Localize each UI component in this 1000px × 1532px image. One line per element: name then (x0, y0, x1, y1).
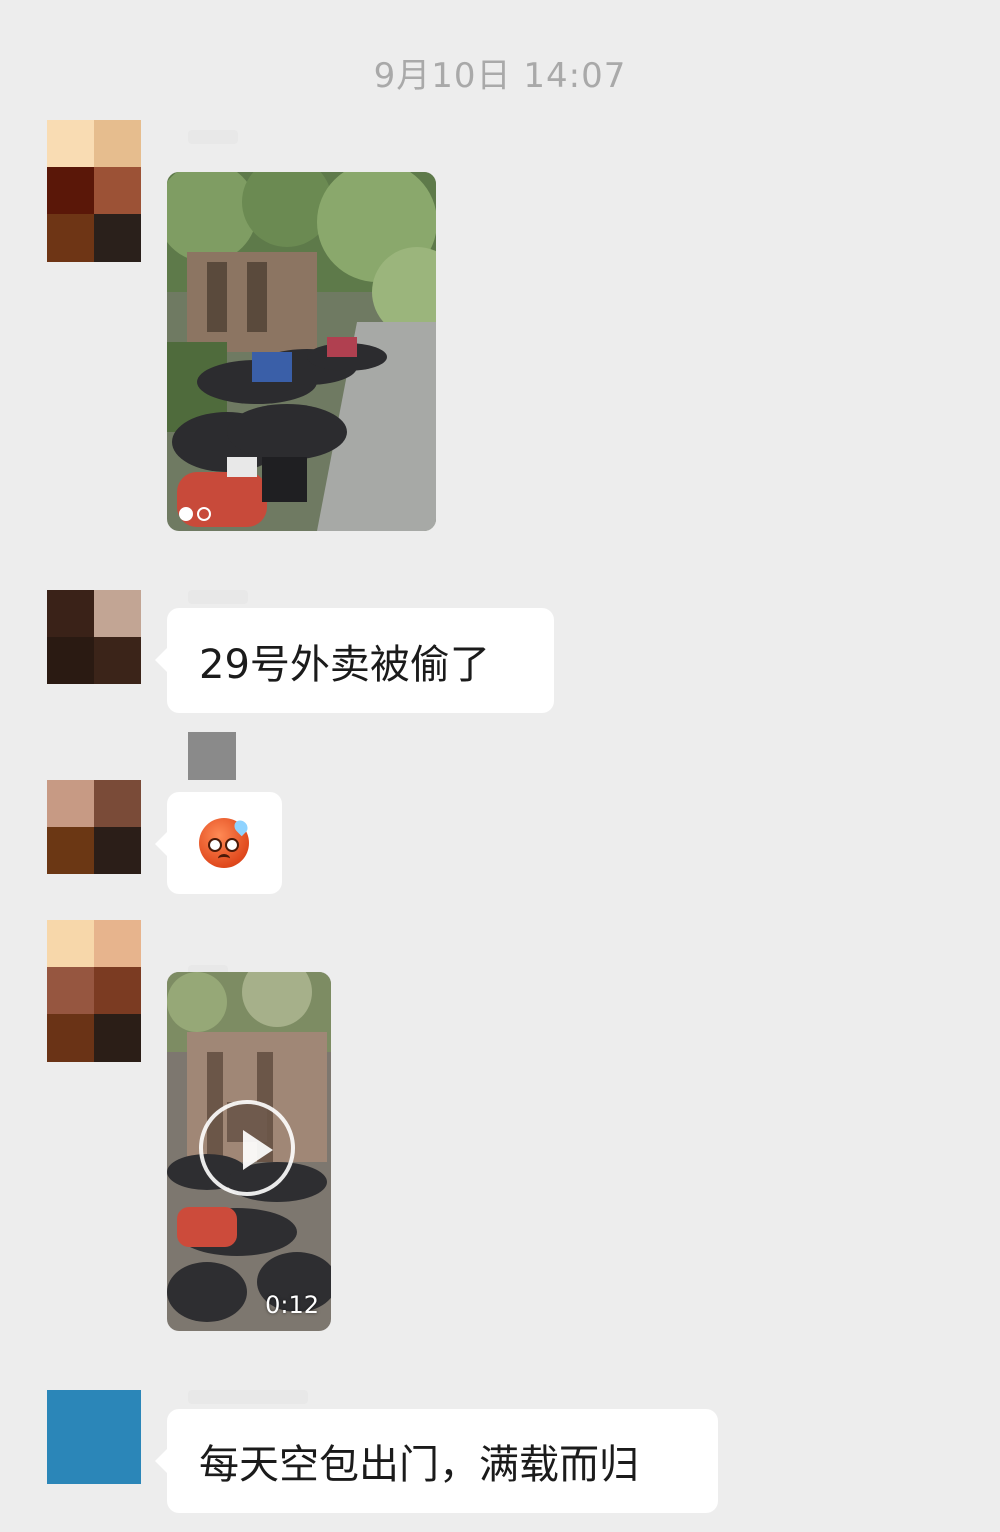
message-timestamp: 9月10日 14:07 (373, 56, 627, 96)
avatar[interactable] (47, 920, 141, 1062)
video-message[interactable]: 0:12 (167, 972, 331, 1331)
play-button-icon[interactable] (199, 1100, 295, 1196)
message-text: 每天空包出门，满载而归 (199, 1442, 639, 1488)
parked-scooters-photo (167, 172, 436, 531)
emoji-message-bubble[interactable] (155, 792, 282, 894)
sender-nickname (188, 130, 238, 144)
video-duration: 0:12 (265, 1291, 319, 1319)
avatar[interactable] (47, 1390, 141, 1484)
sender-nickname (188, 1390, 308, 1404)
sender-nickname (188, 590, 248, 604)
sender-nickname (188, 732, 236, 780)
camera-watermark (179, 507, 211, 521)
text-message-bubble[interactable]: 每天空包出门，满载而归 (155, 1409, 718, 1513)
avatar[interactable] (47, 590, 141, 684)
image-message[interactable] (167, 172, 436, 531)
avatar[interactable] (47, 120, 141, 262)
text-message-bubble[interactable]: 29号外卖被偷了 (155, 608, 554, 713)
avatar[interactable] (47, 780, 141, 874)
anxious-sweat-face-icon (199, 817, 251, 868)
message-text: 29号外卖被偷了 (199, 641, 490, 688)
